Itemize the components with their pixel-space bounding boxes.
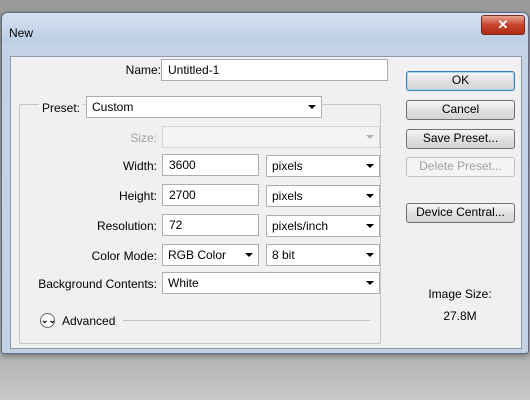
size-label: Size: bbox=[130, 131, 157, 145]
close-icon: ✕ bbox=[497, 17, 509, 32]
height-label: Height: bbox=[118, 189, 157, 203]
background-contents-label: Background Contents: bbox=[38, 277, 157, 291]
delete-preset-button[interactable]: Delete Preset... bbox=[406, 157, 515, 177]
dialog-title: New bbox=[9, 26, 34, 40]
preset-value: Custom bbox=[92, 100, 134, 114]
name-input[interactable]: Untitled-1 bbox=[161, 59, 388, 81]
width-unit-select[interactable]: pixels bbox=[266, 155, 380, 177]
chevron-down-icon bbox=[308, 105, 316, 109]
height-input[interactable]: 2700 bbox=[162, 184, 259, 206]
save-preset-button[interactable]: Save Preset... bbox=[406, 129, 515, 149]
title-bar[interactable]: New ✕ bbox=[2, 13, 528, 43]
resolution-unit-select[interactable]: pixels/inch bbox=[266, 215, 380, 237]
width-label: Width: bbox=[122, 159, 157, 173]
device-central-button[interactable]: Device Central... bbox=[406, 203, 515, 223]
preset-select[interactable]: Custom bbox=[86, 96, 322, 118]
height-unit-select[interactable]: pixels bbox=[266, 185, 380, 207]
new-document-dialog: New ✕ Name: Untitled-1 Preset: Custom Si… bbox=[1, 12, 529, 354]
resolution-unit-value: pixels/inch bbox=[272, 219, 329, 233]
chevron-down-icon bbox=[366, 194, 374, 198]
preset-label: Preset: bbox=[39, 101, 84, 115]
width-input[interactable]: 3600 bbox=[162, 154, 259, 176]
double-chevron-down-icon[interactable]: ⌄⌄ bbox=[40, 313, 56, 328]
color-mode-select[interactable]: RGB Color bbox=[162, 244, 259, 266]
dialog-content: Name: Untitled-1 Preset: Custom Size: Wi… bbox=[10, 56, 522, 349]
chevron-down-icon bbox=[366, 135, 374, 139]
name-label: Name: bbox=[125, 63, 161, 77]
background-contents-select[interactable]: White bbox=[162, 272, 380, 294]
bit-depth-select[interactable]: 8 bit bbox=[266, 244, 380, 266]
resolution-input[interactable]: 72 bbox=[162, 214, 259, 236]
bit-depth-value: 8 bit bbox=[272, 248, 295, 262]
ok-button[interactable]: OK bbox=[406, 71, 515, 91]
color-mode-label: Color Mode: bbox=[91, 249, 157, 263]
advanced-toggle-label[interactable]: Advanced bbox=[62, 314, 115, 328]
background-contents-value: White bbox=[168, 276, 199, 290]
advanced-divider bbox=[123, 320, 370, 321]
width-unit-value: pixels bbox=[272, 159, 303, 173]
image-size-value: 27.8M bbox=[443, 309, 477, 323]
size-select[interactable] bbox=[162, 126, 380, 148]
height-unit-value: pixels bbox=[272, 189, 303, 203]
resolution-label: Resolution: bbox=[96, 219, 157, 233]
chevron-down-icon bbox=[366, 224, 374, 228]
image-size-label: Image Size: bbox=[428, 287, 492, 301]
chevron-down-icon bbox=[366, 164, 374, 168]
color-mode-value: RGB Color bbox=[168, 248, 227, 262]
chevron-down-icon bbox=[366, 281, 374, 285]
close-button[interactable]: ✕ bbox=[481, 15, 525, 35]
cancel-button[interactable]: Cancel bbox=[406, 100, 515, 120]
chevron-down-icon bbox=[245, 253, 253, 257]
chevron-down-icon bbox=[366, 253, 374, 257]
